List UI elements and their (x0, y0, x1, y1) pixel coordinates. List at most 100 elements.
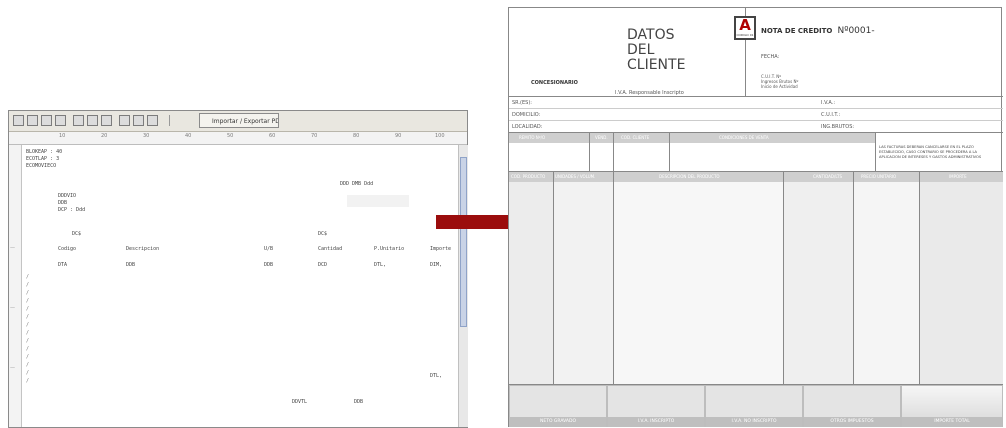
editor-text-area[interactable]: BLOKEAP : 40 ECOTLAP : 3 ECOMOVIECO DDD … (22, 145, 457, 427)
copy-icon[interactable] (87, 115, 98, 126)
field-placeholder (347, 195, 409, 207)
invoice-letter-box: A CODIGO 01 (734, 16, 756, 40)
ruler-tick: 70 (311, 133, 318, 139)
condition-header: COD. CLIENTE (621, 135, 650, 140)
invoice-letter: A (739, 16, 751, 34)
report-line: DCP : Ddd (58, 207, 86, 213)
format-icon[interactable] (147, 115, 158, 126)
nota-number: Nº0001- (837, 26, 875, 36)
report-line: DDB (58, 200, 68, 206)
total-label: I.V.A. INSCRIPTO (608, 417, 704, 427)
ruler-tick: 20 (101, 133, 108, 139)
client-field-label: C.U.I.T.: (821, 112, 841, 118)
ruler-tick: 60 (269, 133, 276, 139)
items-column (553, 182, 613, 384)
concesionario-label: CONCESIONARIO (531, 80, 578, 86)
total-field: DDB (354, 399, 364, 405)
ruler-tick: 10 (59, 133, 66, 139)
column-header: Cantidad (318, 246, 343, 252)
title-line: DEL (627, 42, 655, 58)
column-header: U/B (264, 246, 274, 252)
report-line: DC$ (72, 231, 82, 237)
find-icon[interactable] (119, 115, 130, 126)
editor-toolbar: Importar / Exportar PDF (9, 111, 467, 132)
condition-header: VEND. (595, 135, 608, 140)
ruler-tick: 100 (435, 133, 445, 139)
horizontal-ruler: 10 20 30 40 50 60 70 80 90 100 (9, 132, 467, 145)
line-gutter: — — — (9, 145, 22, 427)
preview-icon[interactable] (55, 115, 66, 126)
report-line: DDD DMB Ddd (340, 181, 374, 187)
vertical-scrollbar[interactable] (458, 145, 468, 427)
total-cell: I.V.A. NO INSCRIPTO (705, 385, 803, 427)
ruler-tick: 90 (395, 133, 402, 139)
conditions-header-row (509, 133, 875, 143)
report-line: ECOTLAP : 3 (26, 156, 60, 162)
ruler-tick: 80 (353, 133, 360, 139)
item-header: CANTIDAD/LTS (813, 174, 842, 179)
row-field: DIM, (430, 262, 443, 268)
item-header: DESCRIPCION DEL PRODUCTO (659, 174, 720, 179)
report-editor-window: Importar / Exportar PDF 10 20 30 40 50 6… (8, 110, 468, 428)
iva-responsable-label: I.V.A. Responsable Inscripto (615, 90, 684, 96)
invoice-letter-code: CODIGO 01 (736, 33, 754, 37)
report-line: ECOMOVIECO (26, 163, 57, 169)
row-field: DTA (58, 262, 68, 268)
toolbar-divider (169, 115, 170, 126)
column-header: Descripcion (126, 246, 160, 252)
client-field-label: ING.BRUTOS: (821, 124, 855, 130)
report-line: DC$ (318, 231, 328, 237)
row-field: DDB (264, 262, 274, 268)
report-line: DDDVIO (58, 193, 77, 199)
document-title: NOTA DE CREDITO Nº0001- (761, 18, 875, 37)
inicio-actividad-line: Inicio de Actividad (761, 84, 798, 89)
row-field: DDB (126, 262, 136, 268)
total-cell: IMPORTE TOTAL (901, 385, 1003, 427)
total-label: NETO GRAVADO (510, 417, 606, 427)
ruler-tick: 30 (143, 133, 150, 139)
nota-credito-label: NOTA DE CREDITO (761, 27, 833, 35)
total-cell: I.V.A. INSCRIPTO (607, 385, 705, 427)
total-label: OTROS IMPUESTOS (804, 417, 900, 427)
total-label: IMPORTE TOTAL (902, 417, 1002, 427)
ruler-tick: 50 (227, 133, 234, 139)
total-cell: OTROS IMPUESTOS (803, 385, 901, 427)
total-label: I.V.A. NO INSCRIPTO (706, 417, 802, 427)
item-header: UNIDADES / VOLUM. (555, 174, 596, 179)
cut-icon[interactable] (73, 115, 84, 126)
total-field: DDVTL (292, 399, 308, 405)
ruler-tick: 40 (185, 133, 192, 139)
row-field: DCD (318, 262, 328, 268)
detail-band-markers: / / / / / / / / / / / / / / (26, 274, 30, 384)
import-export-button[interactable]: Importar / Exportar PDF (199, 113, 279, 128)
align-icon[interactable] (133, 115, 144, 126)
condition-header: REMITO Nº/O (519, 135, 546, 140)
items-column (783, 182, 853, 384)
print-icon[interactable] (41, 115, 52, 126)
items-column (509, 182, 553, 384)
column-header: Codigo (58, 246, 77, 252)
client-field-label: LOCALIDAD: (512, 124, 543, 130)
title-line: CLIENTE (627, 57, 686, 73)
items-column (613, 182, 783, 384)
paste-icon[interactable] (101, 115, 112, 126)
items-column (853, 182, 919, 384)
column-header: P.Unitario (374, 246, 405, 252)
row-field: DTL, (374, 262, 387, 268)
title-line: DATOS (627, 27, 675, 43)
client-data-title: DATOS DEL CLIENTE (627, 28, 685, 73)
items-column (919, 182, 1003, 384)
item-header: COD. PRODUCTO (511, 174, 546, 179)
report-line: BLOKEAP : 40 (26, 149, 63, 155)
item-header: PRECIO UNITARIO (861, 174, 897, 179)
fecha-label: FECHA: (761, 54, 780, 60)
client-field-label: I.V.A.: (821, 100, 836, 106)
client-field-label: DOMICILIO: (512, 112, 541, 118)
new-file-icon[interactable] (13, 115, 24, 126)
condition-header: CONDICIONES DE VENTA (719, 135, 769, 140)
payment-notice: LAS FACTURAS DEBERAN CANCELARSE EN EL PL… (879, 145, 982, 159)
save-icon[interactable] (27, 115, 38, 126)
client-field-label: SR.(ES): (512, 100, 532, 106)
total-field: DTL, (430, 373, 443, 379)
credit-note-invoice: DATOS DEL CLIENTE CONCESIONARIO I.V.A. R… (508, 7, 1003, 427)
